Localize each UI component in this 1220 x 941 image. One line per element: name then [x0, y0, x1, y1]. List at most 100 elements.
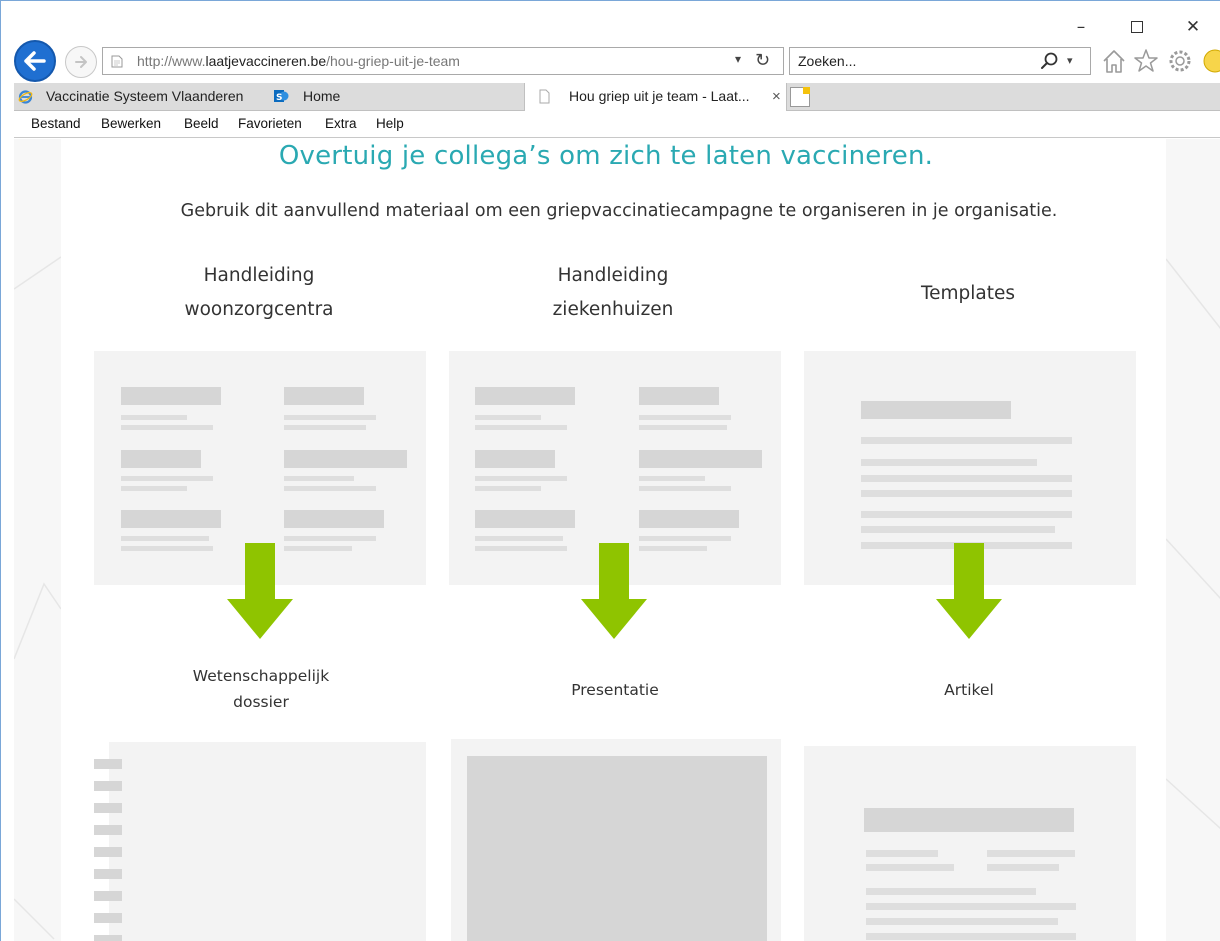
- column-title-templates[interactable]: Templates: [828, 277, 1108, 311]
- placeholder-line: [121, 476, 213, 481]
- title-line: Handleiding: [557, 265, 669, 286]
- placeholder-line: [121, 546, 213, 551]
- gear-icon[interactable]: [1167, 46, 1193, 76]
- placeholder-line: [639, 425, 727, 430]
- address-bar[interactable]: http://www.laatjevaccineren.be/hou-griep…: [102, 47, 784, 75]
- slide-placeholder: [467, 756, 767, 941]
- placeholder-line: [121, 536, 209, 541]
- menu-bestand[interactable]: Bestand: [31, 116, 81, 131]
- placeholder-line: [639, 536, 731, 541]
- result-title-wetenschappelijk-dossier[interactable]: Wetenschappelijk dossier: [121, 663, 401, 715]
- spiral-binding: [94, 759, 122, 941]
- binding-ring: [94, 869, 122, 879]
- minimize-button[interactable]: –: [1066, 15, 1096, 39]
- preview-card-dossier[interactable]: [109, 742, 426, 941]
- placeholder-line: [121, 486, 187, 491]
- menu-bewerken[interactable]: Bewerken: [101, 116, 161, 131]
- forward-button[interactable]: [65, 46, 97, 78]
- ie-icon: [18, 90, 33, 104]
- preview-card-artikel[interactable]: [804, 746, 1136, 941]
- back-arrow-icon: [24, 51, 46, 71]
- close-window-button[interactable]: ✕: [1178, 15, 1208, 39]
- placeholder-line: [861, 526, 1055, 533]
- binding-ring: [94, 825, 122, 835]
- placeholder-line: [861, 459, 1037, 466]
- placeholder-line: [639, 476, 705, 481]
- placeholder-line: [284, 546, 352, 551]
- tab-home[interactable]: S Home: [270, 83, 500, 110]
- home-icon[interactable]: [1101, 46, 1127, 76]
- tab-label: Hou griep uit je team - Laat...: [569, 88, 750, 104]
- placeholder-bar: [475, 450, 555, 468]
- title-line: Artikel: [944, 681, 994, 699]
- page-viewport[interactable]: Overtuig je collega’s om zich te laten v…: [14, 139, 1220, 941]
- placeholder-line: [861, 490, 1072, 497]
- placeholder-line: [475, 546, 567, 551]
- column-title-woonzorgcentra[interactable]: Handleiding woonzorgcentra: [119, 259, 399, 327]
- placeholder-line: [475, 536, 563, 541]
- result-title-artikel[interactable]: Artikel: [829, 677, 1109, 703]
- title-line: Wetenschappelijk: [192, 667, 330, 685]
- search-placeholder: Zoeken...: [798, 53, 857, 69]
- title-line: Handleiding: [203, 265, 315, 286]
- placeholder-line: [121, 415, 187, 420]
- menu-help[interactable]: Help: [376, 116, 404, 131]
- placeholder-line: [284, 476, 354, 481]
- placeholder-line: [861, 437, 1072, 444]
- placeholder-line: [866, 850, 938, 857]
- maximize-icon: [1131, 21, 1143, 33]
- binding-ring: [94, 935, 122, 941]
- page-content: Overtuig je collega’s om zich te laten v…: [61, 139, 1166, 941]
- binding-ring: [94, 891, 122, 901]
- menu-extra[interactable]: Extra: [325, 116, 357, 131]
- placeholder-line: [866, 903, 1076, 910]
- placeholder-line: [861, 475, 1072, 482]
- search-input[interactable]: Zoeken... ▾: [789, 47, 1091, 75]
- maximize-button[interactable]: [1122, 15, 1152, 39]
- placeholder-bar: [861, 401, 1011, 419]
- page-title: Overtuig je collega’s om zich te laten v…: [278, 141, 934, 171]
- down-arrow-icon: [936, 543, 1002, 639]
- placeholder-line: [987, 864, 1059, 871]
- placeholder-line: [866, 933, 1076, 940]
- down-arrow-icon: [581, 543, 647, 639]
- placeholder-line: [475, 415, 541, 420]
- tab-vaccinatie-systeem[interactable]: Vaccinatie Systeem Vlaanderen: [16, 83, 268, 110]
- placeholder-bar: [475, 387, 575, 405]
- placeholder-line: [284, 486, 376, 491]
- title-line: Presentatie: [571, 681, 659, 699]
- result-title-presentatie[interactable]: Presentatie: [475, 677, 755, 703]
- new-tab-button[interactable]: [790, 87, 810, 107]
- placeholder-line: [475, 476, 567, 481]
- placeholder-line: [639, 415, 731, 420]
- url-text[interactable]: http://www.laatjevaccineren.be/hou-griep…: [137, 53, 460, 69]
- placeholder-bar: [864, 808, 1074, 832]
- column-title-ziekenhuizen[interactable]: Handleiding ziekenhuizen: [473, 259, 753, 327]
- placeholder-bar: [121, 450, 201, 468]
- placeholder-bar: [639, 450, 762, 468]
- binding-ring: [94, 781, 122, 791]
- tab-bar: Vaccinatie Systeem Vlaanderen S Home Hou…: [14, 83, 1220, 111]
- placeholder-line: [639, 546, 707, 551]
- smiley-icon[interactable]: [1201, 46, 1220, 76]
- refresh-icon[interactable]: ↻: [755, 50, 770, 71]
- preview-card-presentatie[interactable]: [451, 739, 781, 941]
- search-dropdown-icon[interactable]: ▾: [1067, 54, 1073, 67]
- binding-ring: [94, 803, 122, 813]
- placeholder-line: [284, 415, 376, 420]
- placeholder-bar: [121, 510, 221, 528]
- placeholder-line: [284, 536, 376, 541]
- menu-favorieten[interactable]: Favorieten: [238, 116, 302, 131]
- menu-beeld[interactable]: Beeld: [184, 116, 219, 131]
- placeholder-line: [121, 425, 213, 430]
- address-dropdown-icon[interactable]: ▾: [735, 52, 741, 66]
- tab-close-button[interactable]: ×: [772, 83, 781, 110]
- back-button[interactable]: [14, 40, 56, 82]
- placeholder-bar: [639, 387, 719, 405]
- tab-label: Vaccinatie Systeem Vlaanderen: [46, 88, 244, 104]
- intro-text: Gebruik dit aanvullend materiaal om een …: [180, 201, 1058, 221]
- placeholder-line: [866, 864, 954, 871]
- tab-hou-griep-active[interactable]: Hou griep uit je team - Laat... ×: [524, 83, 787, 111]
- star-icon[interactable]: [1133, 46, 1159, 76]
- search-icon[interactable]: [1040, 51, 1060, 71]
